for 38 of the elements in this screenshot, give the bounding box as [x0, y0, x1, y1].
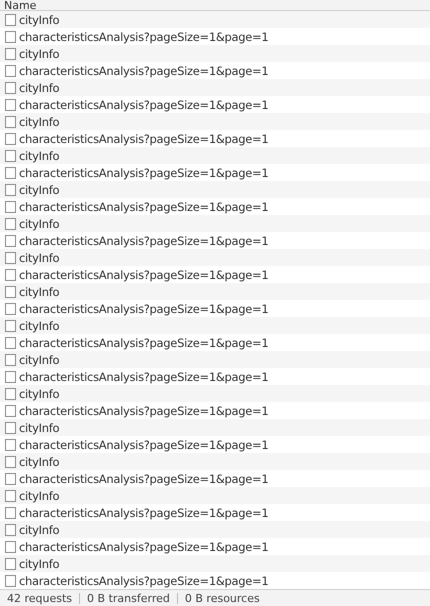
request-name[interactable]: characteristicsAnalysis?pageSize=1&page=1	[19, 404, 268, 418]
request-name[interactable]: cityInfo	[19, 488, 60, 502]
request-name[interactable]: cityInfo	[19, 284, 60, 298]
status-text: 42 requests	[7, 592, 72, 604]
request-name[interactable]: characteristicsAnalysis?pageSize=1&page=1	[19, 438, 268, 452]
request-name[interactable]: characteristicsAnalysis?pageSize=1&page=1	[19, 132, 268, 146]
request-name[interactable]: cityInfo	[19, 114, 60, 128]
column-header[interactable]: Name	[4, 0, 36, 10]
request-name[interactable]: characteristicsAnalysis?pageSize=1&page=1	[19, 30, 268, 44]
request-name[interactable]: characteristicsAnalysis?pageSize=1&page=1	[19, 166, 268, 180]
request-name[interactable]: characteristicsAnalysis?pageSize=1&page=1	[19, 336, 268, 350]
request-name[interactable]: cityInfo	[19, 386, 60, 400]
request-name[interactable]: cityInfo	[19, 420, 60, 434]
request-name[interactable]: cityInfo	[19, 250, 60, 264]
request-name[interactable]: characteristicsAnalysis?pageSize=1&page=1	[19, 302, 268, 316]
request-name[interactable]: cityInfo	[19, 80, 60, 94]
request-name[interactable]: characteristicsAnalysis?pageSize=1&page=1	[19, 234, 268, 248]
request-name[interactable]: characteristicsAnalysis?pageSize=1&page=1	[19, 370, 268, 384]
request-name[interactable]: cityInfo	[19, 46, 60, 60]
request-name[interactable]: cityInfo	[19, 522, 60, 536]
request-name[interactable]: cityInfo	[19, 454, 60, 468]
request-name[interactable]: characteristicsAnalysis?pageSize=1&page=1	[19, 506, 268, 520]
request-name[interactable]: characteristicsAnalysis?pageSize=1&page=1	[19, 64, 268, 78]
request-name[interactable]: cityInfo	[19, 318, 60, 332]
request-name[interactable]: characteristicsAnalysis?pageSize=1&page=1	[19, 200, 268, 214]
request-name[interactable]: cityInfo	[19, 148, 60, 162]
request-name[interactable]: characteristicsAnalysis?pageSize=1&page=1	[19, 574, 268, 588]
request-name[interactable]: cityInfo	[19, 216, 60, 230]
request-name[interactable]: cityInfo	[19, 556, 60, 570]
request-name[interactable]: cityInfo	[19, 352, 60, 366]
status-text: 0 B transferred	[87, 592, 170, 604]
request-name[interactable]: characteristicsAnalysis?pageSize=1&page=1	[19, 540, 268, 554]
request-name[interactable]: cityInfo	[19, 12, 60, 26]
status-text: 0 B resources	[184, 592, 260, 604]
request-name[interactable]: characteristicsAnalysis?pageSize=1&page=1	[19, 472, 268, 486]
request-name[interactable]: characteristicsAnalysis?pageSize=1&page=1	[19, 268, 268, 282]
request-name[interactable]: cityInfo	[19, 182, 60, 196]
request-name[interactable]: characteristicsAnalysis?pageSize=1&page=1	[19, 98, 268, 112]
